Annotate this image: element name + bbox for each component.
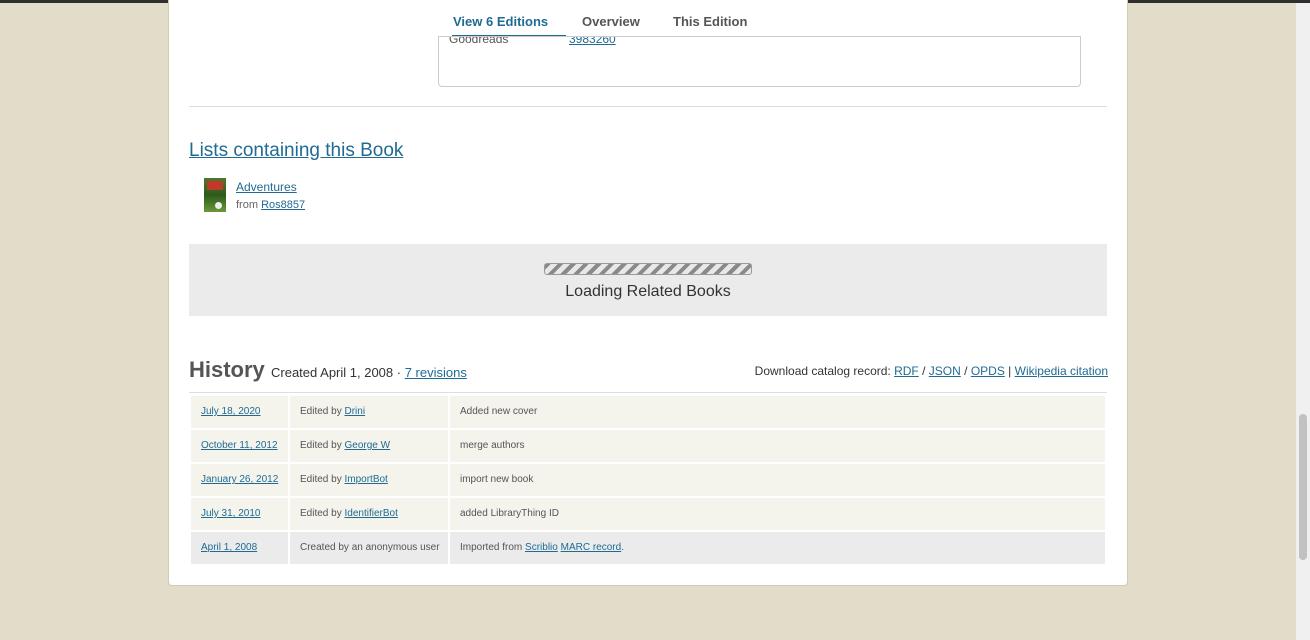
cover-ball-art xyxy=(215,202,222,209)
revision-date-cell: July 18, 2020 xyxy=(191,396,288,428)
list-item-owner: from Ros8857 xyxy=(236,199,306,211)
revision-author-cell: Edited by Drini xyxy=(290,396,448,428)
divider xyxy=(189,392,1107,393)
list-item-name[interactable]: Adventures xyxy=(236,180,297,194)
wikipedia-citation-link[interactable]: Wikipedia citation xyxy=(1015,364,1108,378)
cover-label-art xyxy=(207,181,223,190)
table-row: July 18, 2020 Edited by Drini Added new … xyxy=(191,396,1105,428)
related-books-panel: Loading Related Books xyxy=(189,244,1107,316)
history-meta: Created April 1, 2008 · 7 revisions xyxy=(271,365,467,380)
divider xyxy=(189,106,1107,107)
revision-comment-cell: Imported from Scriblio MARC record. xyxy=(450,532,1105,564)
revision-date-cell: October 11, 2012 xyxy=(191,430,288,462)
revision-author-link[interactable]: IdentifierBot xyxy=(344,508,397,519)
tab-this-edition[interactable]: This Edition xyxy=(673,14,747,29)
revision-date-link[interactable]: October 11, 2012 xyxy=(201,440,278,451)
table-row: January 26, 2012 Edited by ImportBot imp… xyxy=(191,464,1105,496)
table-row: October 11, 2012 Edited by George W merg… xyxy=(191,430,1105,462)
lists-heading-link[interactable]: Lists containing this Book xyxy=(189,140,403,162)
identifier-link[interactable]: 3983260 xyxy=(569,37,616,46)
page-scrollbar[interactable] xyxy=(1296,3,1310,640)
loading-text: Loading Related Books xyxy=(565,283,731,300)
revision-date-cell: April 1, 2008 xyxy=(191,532,288,564)
identifier-label: Goodreads xyxy=(449,36,509,46)
identifiers-panel: Goodreads 3983260 xyxy=(438,36,1081,87)
revision-author-cell: Created by an anonymous user xyxy=(290,532,448,564)
revision-date-link[interactable]: April 1, 2008 xyxy=(201,542,257,553)
revision-date-cell: January 26, 2012 xyxy=(191,464,288,496)
revision-comment-cell: added LibraryThing ID xyxy=(450,498,1105,530)
revision-comment-cell: import new book xyxy=(450,464,1105,496)
json-link[interactable]: JSON xyxy=(929,364,961,378)
revision-author-cell: Edited by IdentifierBot xyxy=(290,498,448,530)
scriblio-link[interactable]: Scriblio xyxy=(525,542,558,553)
revisions-link[interactable]: 7 revisions xyxy=(405,365,467,380)
revision-author-cell: Edited by George W xyxy=(290,430,448,462)
revision-author-cell: Edited by ImportBot xyxy=(290,464,448,496)
table-row: July 31, 2010 Edited by IdentifierBot ad… xyxy=(191,498,1105,530)
marc-record-link[interactable]: MARC record xyxy=(561,542,622,553)
content-card: View 6 Editions Overview This Edition Go… xyxy=(168,0,1128,586)
list-cover-thumbnail[interactable] xyxy=(204,178,226,212)
revision-comment-cell: Added new cover xyxy=(450,396,1105,428)
revision-comment-cell: merge authors xyxy=(450,430,1105,462)
revision-date-link[interactable]: January 26, 2012 xyxy=(201,474,278,485)
rdf-link[interactable]: RDF xyxy=(894,364,919,378)
download-catalog-record: Download catalog record: RDF / JSON / OP… xyxy=(754,364,1108,378)
revision-date-cell: July 31, 2010 xyxy=(191,498,288,530)
revision-date-link[interactable]: July 31, 2010 xyxy=(201,508,261,519)
opds-link[interactable]: OPDS xyxy=(971,364,1005,378)
loading-progress-bar xyxy=(544,263,752,275)
revision-author-link[interactable]: Drini xyxy=(344,406,365,417)
tab-overview[interactable]: Overview xyxy=(582,14,640,29)
tab-view-editions[interactable]: View 6 Editions xyxy=(453,14,548,29)
revision-author-link[interactable]: ImportBot xyxy=(344,474,387,485)
list-owner-link[interactable]: Ros8857 xyxy=(261,199,305,211)
revision-author-link[interactable]: George W xyxy=(344,440,390,451)
history-heading: History xyxy=(189,357,265,382)
scrollbar-thumb[interactable] xyxy=(1299,414,1307,560)
table-row: April 1, 2008 Created by an anonymous us… xyxy=(191,532,1105,564)
revision-date-link[interactable]: July 18, 2020 xyxy=(201,406,261,417)
